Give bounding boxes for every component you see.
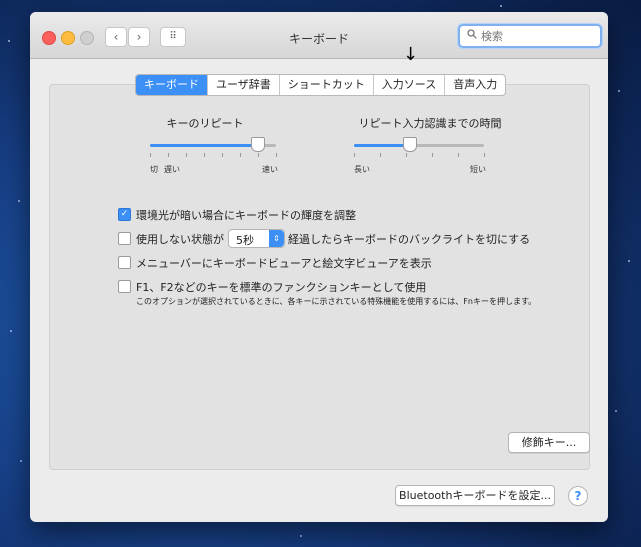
arrow-annotation-icon: ↓ [403,44,419,65]
bluetooth-keyboard-setup-button[interactable]: Bluetoothキーボードを設定... [395,485,555,506]
function-keys-label: F1、F2などのキーを標準のファンクションキーとして使用 [136,281,427,294]
key-repeat-fast-label: 速い [262,165,278,174]
backlight-timeout-label-after: 経過したらキーボードのバックライトを切にする [288,233,531,246]
star [18,200,20,202]
slider-tick [168,153,169,157]
slider-tick [380,153,381,157]
key-repeat-off-label: 切 [150,165,158,174]
backlight-timeout-value: 5秒 [236,234,254,247]
key-repeat-slider-thumb[interactable] [251,137,265,152]
backlight-timeout-checkbox[interactable] [118,232,131,245]
slider-tick [240,153,241,157]
delay-short-label: 短い [470,165,486,174]
fn-key-note: このオプションが選択されているときに、各キーに示されている特殊機能を使用するには… [136,297,537,306]
star [20,460,22,462]
slider-tick [150,153,151,157]
menu-bar-viewer-label: メニューバーにキーボードビューアと絵文字ビューアを表示 [136,257,432,270]
star [10,330,12,332]
delay-until-repeat-title: リピート入力認識までの時間 [358,117,502,130]
delay-until-repeat-slider-thumb[interactable] [403,137,417,152]
key-repeat-slow-label: 遅い [164,165,180,174]
menu-bar-viewer-checkbox[interactable] [118,256,131,269]
slider-tick [458,153,459,157]
delay-long-label: 長い [354,165,370,174]
popup-chevron-icon: ⇕ [269,230,284,247]
slider-tick [354,153,355,157]
key-repeat-slider-fill [150,144,257,147]
title-bar: ‹ › ⠿ キーボード [30,12,608,59]
ambient-light-checkbox[interactable]: ✓ [118,208,131,221]
delay-until-repeat-slider[interactable] [354,144,484,147]
key-repeat-title: キーのリピート [166,117,244,130]
search-input[interactable] [479,27,593,45]
star [618,90,620,92]
slider-tick [484,153,485,157]
search-field[interactable] [458,24,602,48]
settings-panel: キーのリピート 切 遅い 速い リピート入力認識までの時間 長い 短い ✓ 環境… [49,84,590,470]
slider-tick [276,153,277,157]
slider-tick [222,153,223,157]
tab-input-sources[interactable]: 入力ソース [372,75,444,95]
star [8,40,10,42]
tab-keyboard[interactable]: キーボード [136,75,207,95]
slider-tick [186,153,187,157]
tab-dictation[interactable]: 音声入力 [444,75,505,95]
slider-tick [204,153,205,157]
modifier-keys-button[interactable]: 修飾キー... [508,432,590,453]
keyboard-preferences-window: ‹ › ⠿ キーボード ↓ キーのリピート 切 遅い 速い リピート入力認識まで… [30,12,608,522]
slider-tick [432,153,433,157]
star [615,410,617,412]
search-icon [467,29,477,42]
star [300,535,302,537]
backlight-timeout-label-before: 使用しない状態が [136,233,224,246]
slider-tick [258,153,259,157]
slider-tick [406,153,407,157]
ambient-light-label: 環境光が暗い場合にキーボードの輝度を調整 [136,209,356,222]
tab-shortcuts[interactable]: ショートカット [278,75,373,95]
function-keys-checkbox[interactable] [118,280,131,293]
tab-user-dictionary[interactable]: ユーザ辞書 [207,75,279,95]
backlight-timeout-popup[interactable]: 5秒 ⇕ [228,229,285,248]
star [628,260,630,262]
delay-until-repeat-slider-fill [354,144,409,147]
star [500,5,502,7]
tab-bar: キーボード ユーザ辞書 ショートカット 入力ソース 音声入力 [135,74,507,96]
help-button[interactable]: ? [568,486,588,506]
